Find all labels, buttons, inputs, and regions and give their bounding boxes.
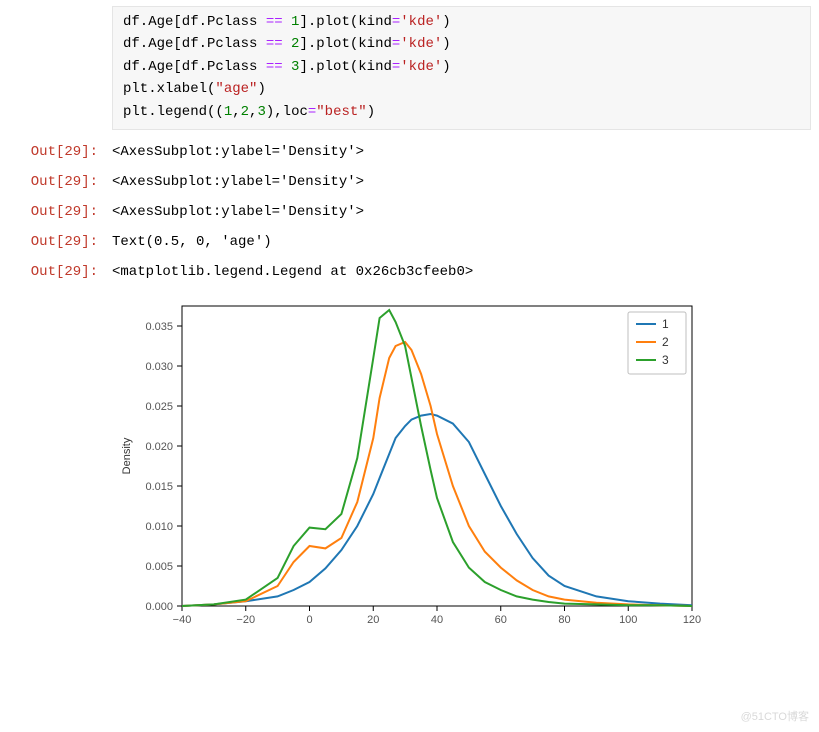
output-label: Out[29]:	[8, 204, 112, 220]
y-tick-label: 0.005	[145, 561, 173, 573]
y-tick-label: 0.015	[145, 481, 173, 493]
output-text: <AxesSubplot:ylabel='Density'>	[112, 174, 364, 190]
output-row: Out[29]: <matplotlib.legend.Legend at 0x…	[8, 264, 811, 280]
output-label: Out[29]:	[8, 144, 112, 160]
output-text: <matplotlib.legend.Legend at 0x26cb3cfee…	[112, 264, 473, 280]
output-text: Text(0.5, 0, 'age')	[112, 234, 272, 250]
x-tick-label: 120	[683, 614, 701, 626]
chart-svg: −40 −20 0 20 40 60 80 100 120 0.000 0.005 0.010 0.01…	[112, 294, 712, 634]
series-3	[182, 310, 692, 606]
code-line-3: df.Age[df.Pclass == 3].plot(kind='kde')	[123, 56, 800, 78]
output-label: Out[29]:	[8, 264, 112, 280]
x-tick-label: 20	[367, 614, 379, 626]
output-row: Out[29]: Text(0.5, 0, 'age')	[8, 234, 811, 250]
x-tick-label: 80	[558, 614, 570, 626]
y-tick-label: 0.030	[145, 361, 173, 373]
output-text: <AxesSubplot:ylabel='Density'>	[112, 204, 364, 220]
x-tick-label: 100	[619, 614, 637, 626]
legend-label: 2	[662, 335, 669, 349]
y-tick-label: 0.035	[145, 321, 173, 333]
x-tick-label: 0	[306, 614, 312, 626]
output-row: Out[29]: <AxesSubplot:ylabel='Density'>	[8, 174, 811, 190]
code-line-4: plt.xlabel("age")	[123, 78, 800, 100]
y-tick-label: 0.010	[145, 521, 173, 533]
output-label: Out[29]:	[8, 234, 112, 250]
chart-kde: −40 −20 0 20 40 60 80 100 120 0.000 0.005 0.010 0.01…	[112, 294, 811, 634]
output-row: Out[29]: <AxesSubplot:ylabel='Density'>	[8, 144, 811, 160]
y-tick-label: 0.000	[145, 601, 173, 613]
code-line-2: df.Age[df.Pclass == 2].plot(kind='kde')	[123, 33, 800, 55]
x-tick-label: 40	[431, 614, 443, 626]
watermark: @51CTO博客	[741, 708, 809, 724]
code-line-5: plt.legend((1,2,3),loc="best")	[123, 101, 800, 123]
output-text: <AxesSubplot:ylabel='Density'>	[112, 144, 364, 160]
output-row: Out[29]: <AxesSubplot:ylabel='Density'>	[8, 204, 811, 220]
legend-label: 3	[662, 353, 669, 367]
y-axis-title: Density	[121, 437, 133, 474]
x-tick-label: −40	[173, 614, 192, 626]
output-label: Out[29]:	[8, 174, 112, 190]
y-tick-label: 0.020	[145, 441, 173, 453]
series-1	[182, 414, 692, 606]
series-2	[182, 342, 692, 606]
x-tick-label: 60	[495, 614, 507, 626]
legend-label: 1	[662, 317, 669, 331]
y-tick-label: 0.025	[145, 401, 173, 413]
x-tick-label: −20	[236, 614, 255, 626]
code-line-1: df.Age[df.Pclass == 1].plot(kind='kde')	[123, 11, 800, 33]
code-cell: df.Age[df.Pclass == 1].plot(kind='kde') …	[112, 6, 811, 130]
